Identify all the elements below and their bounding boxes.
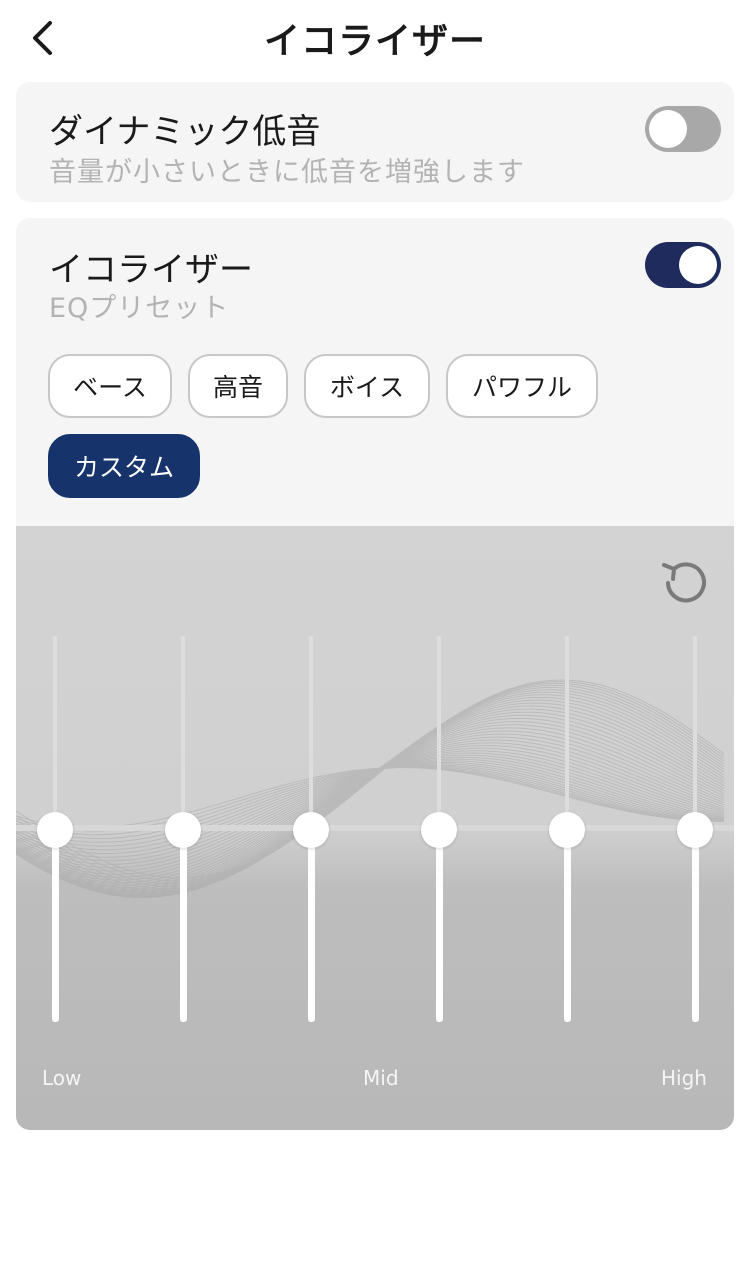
eq-band-slider-6[interactable] [675,636,715,1026]
page-title: イコライザー [263,21,486,62]
dynamic-bass-subtitle: 音量が小さいときに低音を増強します [49,157,525,188]
slider-thumb[interactable] [549,812,585,848]
preset-custom[interactable]: カスタム [48,434,200,498]
preset-voice[interactable]: ボイス [304,354,430,418]
eq-panel: Low Mid High [16,526,734,1130]
header: イコライザー [0,0,750,76]
slider-thumb[interactable] [293,812,329,848]
toggle-knob [649,110,687,148]
band-label-mid: Mid [363,1066,399,1090]
slider-fill [180,830,187,1022]
eq-band-slider-3[interactable] [291,636,331,1026]
slider-rail [565,636,569,830]
slider-fill [52,830,59,1022]
dynamic-bass-card: ダイナミック低音 音量が小さいときに低音を増強します [16,82,734,202]
reset-icon [662,562,706,603]
preset-treble[interactable]: 高音 [188,354,288,418]
slider-rail [53,636,57,830]
slider-thumb[interactable] [421,812,457,848]
slider-thumb[interactable] [37,812,73,848]
reset-button[interactable] [658,556,712,610]
equalizer-toggle[interactable] [645,242,721,288]
eq-wave-background [16,679,734,898]
slider-rail [309,636,313,830]
slider-fill [564,830,571,1022]
preset-bass[interactable]: ベース [48,354,172,418]
eq-band-slider-4[interactable] [419,636,459,1026]
eq-band-slider-1[interactable] [35,636,75,1026]
slider-rail [181,636,185,830]
slider-fill [436,830,443,1022]
equalizer-title: イコライザー [49,250,253,290]
eq-band-slider-2[interactable] [163,636,203,1026]
slider-thumb[interactable] [677,812,713,848]
band-label-high: High [661,1066,707,1090]
eq-band-slider-5[interactable] [547,636,587,1026]
preset-powerful[interactable]: パワフル [446,354,598,418]
slider-fill [692,830,699,1022]
dynamic-bass-toggle[interactable] [645,106,721,152]
dynamic-bass-title: ダイナミック低音 [49,112,321,152]
slider-fill [308,830,315,1022]
band-label-low: Low [42,1066,82,1090]
slider-rail [437,636,441,830]
slider-rail [693,636,697,830]
equalizer-subtitle: EQプリセット [49,293,230,324]
toggle-knob [679,246,717,284]
equalizer-card: イコライザー EQプリセット ベース 高音 ボイス パワフル カスタム Low … [16,218,734,1130]
slider-thumb[interactable] [165,812,201,848]
